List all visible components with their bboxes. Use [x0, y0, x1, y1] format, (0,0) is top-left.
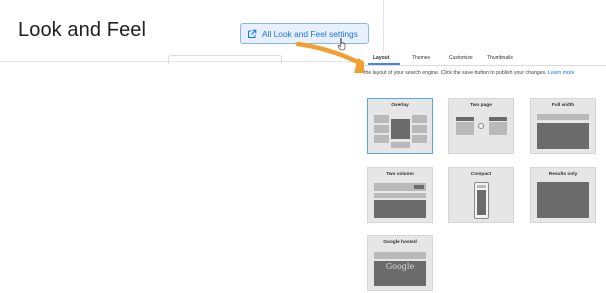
learn-more-link[interactable]: Learn more — [548, 70, 575, 76]
layout-option-compact[interactable]: Compact — [448, 167, 514, 223]
layout-option-two-page[interactable]: Two page — [448, 98, 514, 154]
settings-button-label: All Look and Feel settings — [262, 28, 358, 39]
layout-option-label: Two column — [386, 172, 414, 177]
screenshot-stage: Look and Feel All Look and Feel settings… — [0, 0, 606, 293]
layout-option-results-only[interactable]: Results only — [530, 167, 596, 223]
layout-panel: Layout Themes Customize Thumbnails the l… — [364, 52, 606, 293]
layout-hint: the layout of your search engine. Click … — [364, 70, 575, 76]
tab-layout[interactable]: Layout — [373, 55, 389, 61]
active-tab-indicator — [368, 63, 400, 65]
page-title: Look and Feel — [18, 19, 147, 41]
tab-thumbnails[interactable]: Thumbnails — [487, 55, 513, 61]
card-field-edge — [168, 55, 282, 64]
tab-customize[interactable]: Customize — [449, 55, 473, 61]
layout-option-label: Full width — [551, 103, 575, 108]
layout-option-label: Compact — [470, 172, 492, 177]
tab-themes[interactable]: Themes — [412, 55, 430, 61]
layout-option-two-column[interactable]: Two column — [367, 167, 433, 223]
layout-option-google-hosted[interactable]: Google hosted Google — [367, 235, 433, 291]
layout-option-label: Overlay — [391, 103, 409, 108]
panel-tabs: Layout Themes Customize Thumbnails — [364, 52, 606, 66]
layout-option-label: Results only — [548, 172, 578, 177]
open-in-new-icon — [248, 29, 257, 38]
layout-option-label: Google hosted — [383, 240, 417, 245]
google-logo-text: Google — [385, 262, 415, 271]
layout-option-overlay[interactable]: Overlay — [367, 98, 433, 154]
layout-option-label: Two page — [470, 103, 492, 108]
all-look-and-feel-settings-button[interactable]: All Look and Feel settings — [240, 23, 369, 44]
layout-option-full-width[interactable]: Full width — [530, 98, 596, 154]
hint-text: the layout of your search engine. Click … — [364, 70, 547, 76]
